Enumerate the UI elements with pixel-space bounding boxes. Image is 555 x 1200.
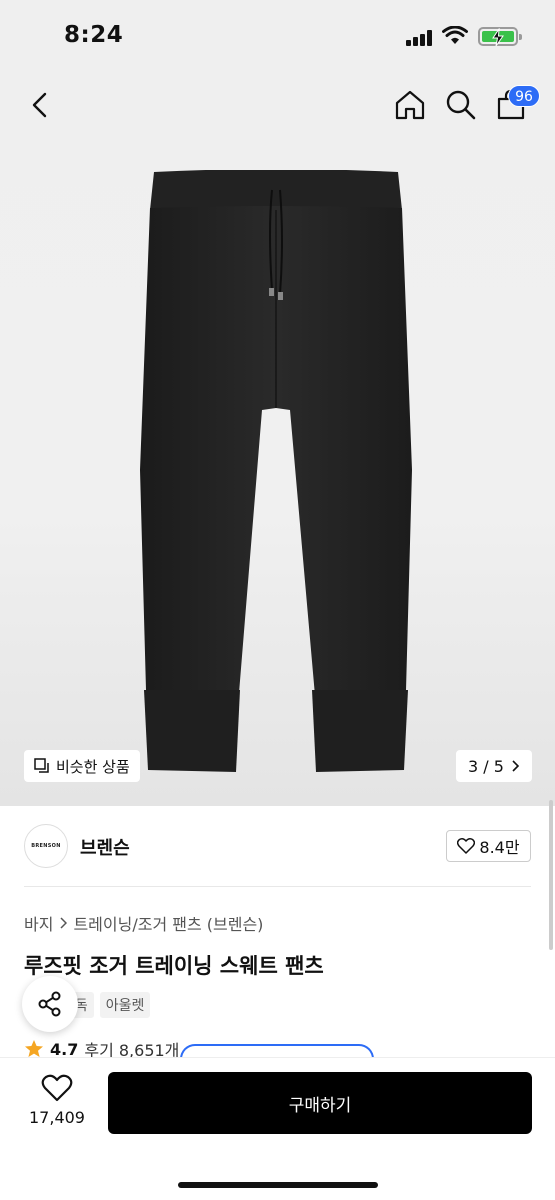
brand-like-count: 8.4만 bbox=[479, 838, 520, 857]
divider bbox=[24, 886, 531, 887]
chevron-right-icon bbox=[60, 917, 68, 929]
brand-like-button[interactable]: 8.4만 bbox=[446, 830, 531, 862]
brand-row: BRENSON 브렌슨 8.4만 bbox=[0, 806, 555, 886]
product-photo bbox=[140, 170, 412, 772]
status-time: 8:24 bbox=[64, 22, 124, 48]
similar-products-button[interactable]: 비슷한 상품 bbox=[24, 750, 140, 782]
breadcrumb-subcategory[interactable]: 트레이닝/조거 팬츠 (브렌슨) bbox=[73, 911, 263, 935]
chevron-right-icon bbox=[512, 760, 520, 772]
heart-icon bbox=[41, 1074, 73, 1102]
home-indicator bbox=[178, 1182, 378, 1188]
back-icon[interactable] bbox=[26, 90, 56, 120]
heart-icon bbox=[457, 838, 476, 854]
breadcrumb-category[interactable]: 바지 bbox=[24, 911, 53, 935]
share-button[interactable] bbox=[22, 976, 78, 1032]
copy-icon bbox=[34, 758, 49, 773]
product-image-gallery[interactable]: 96 비슷한 상품 3 / 5 bbox=[0, 70, 555, 806]
review-count: 후기 8,651개 bbox=[84, 1041, 180, 1060]
buy-button[interactable]: 구매하기 bbox=[108, 1072, 532, 1134]
wishlist-count: 17,409 bbox=[29, 1108, 85, 1127]
breadcrumb: 바지 트레이닝/조거 팬츠 (브렌슨) bbox=[24, 911, 263, 935]
cellular-signal-icon bbox=[406, 30, 432, 46]
wifi-icon bbox=[442, 26, 468, 44]
star-icon bbox=[25, 1040, 43, 1057]
cart-count-badge: 96 bbox=[508, 85, 540, 107]
bottom-action-bar: 17,409 구매하기 bbox=[0, 1058, 555, 1200]
tag-outlet: 아울렛 bbox=[99, 992, 151, 1018]
home-icon[interactable] bbox=[393, 88, 427, 122]
brand-name[interactable]: 브렌슨 bbox=[80, 834, 130, 860]
search-icon[interactable] bbox=[444, 88, 478, 122]
wishlist-button[interactable]: 17,409 bbox=[22, 1074, 92, 1127]
share-icon bbox=[38, 991, 61, 1017]
status-bar: 8:24 bbox=[0, 0, 555, 70]
pager-text: 3 / 5 bbox=[468, 756, 504, 776]
image-pager[interactable]: 3 / 5 bbox=[456, 750, 532, 782]
product-title: 루즈핏 조거 트레이닝 스웨트 팬츠 bbox=[24, 954, 324, 978]
brand-logo[interactable]: BRENSON bbox=[24, 824, 68, 868]
rating-score: 4.7 bbox=[50, 1039, 79, 1059]
rating-row[interactable]: 4.7 후기 8,651개 bbox=[24, 1038, 179, 1060]
similar-products-label: 비슷한 상품 bbox=[56, 757, 130, 776]
scrollbar[interactable] bbox=[549, 800, 553, 950]
battery-charging-icon bbox=[478, 27, 522, 47]
